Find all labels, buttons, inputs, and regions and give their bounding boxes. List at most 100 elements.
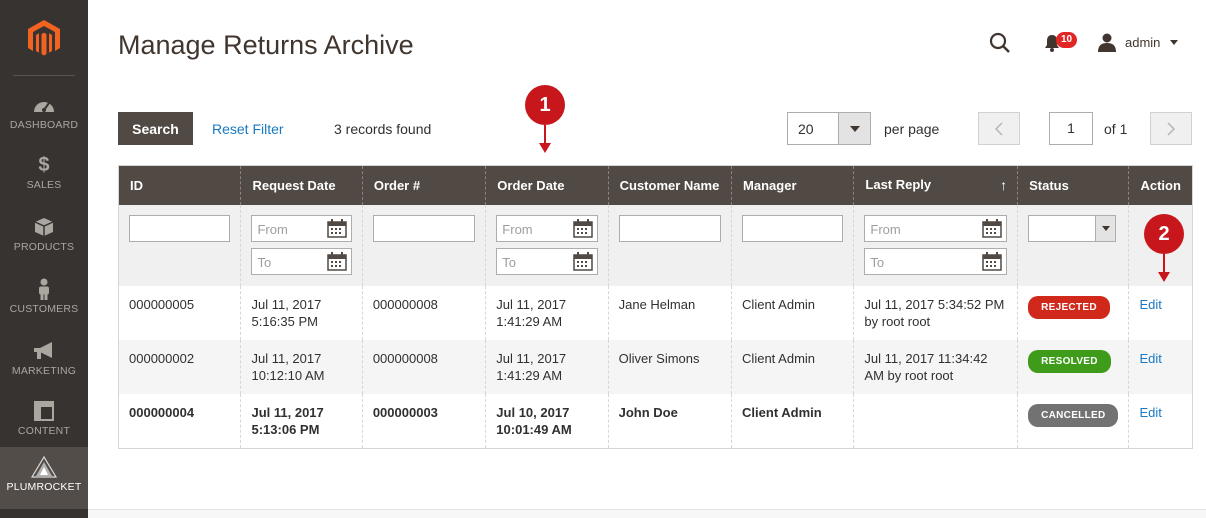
sidebar-item-marketing[interactable]: MARKETING <box>0 336 88 398</box>
column-header-last-reply[interactable]: Last Reply ↑ <box>853 165 1018 205</box>
sidebar-item-customers[interactable]: CUSTOMERS <box>0 274 88 336</box>
per-page-select[interactable]: 20 <box>787 112 871 145</box>
calendar-icon[interactable] <box>982 251 1002 271</box>
callout-arrow-2-line <box>1163 254 1165 272</box>
caret-down-icon <box>849 125 860 132</box>
column-header-order-number[interactable]: Order # <box>361 165 486 205</box>
last-reply-line2: by root root <box>864 313 931 329</box>
calendar-icon[interactable] <box>327 218 347 238</box>
layout-icon <box>0 399 88 423</box>
callout-arrow-2-head <box>1158 272 1170 282</box>
chevron-left-icon <box>995 121 1003 136</box>
edit-link[interactable]: Edit <box>1139 405 1161 420</box>
cell-last-reply: Jul 11, 2017 11:34:42 AM by root root <box>853 339 1018 394</box>
request-date-line1: Jul 11, 2017 <box>251 350 322 366</box>
search-button[interactable]: Search <box>118 112 193 145</box>
order-date-line2: 1:41:29 AM <box>496 367 563 383</box>
sidebar-item-label: PRODUCTS <box>13 241 75 253</box>
reset-filter-link[interactable]: Reset Filter <box>212 121 284 137</box>
column-header-status[interactable]: Status <box>1017 165 1129 205</box>
filter-request-date-to[interactable]: To <box>251 247 352 275</box>
current-page-input[interactable]: 1 <box>1049 112 1093 145</box>
sidebar-item-sales[interactable]: $ SALES <box>0 150 88 212</box>
admin-user-name: admin <box>1125 34 1161 50</box>
next-page-button[interactable] <box>1150 112 1192 145</box>
filter-id-input[interactable] <box>129 214 231 242</box>
column-header-customer-name[interactable]: Customer Name <box>607 165 732 205</box>
cell-order-number: 000000008 <box>361 285 486 340</box>
filter-manager-input[interactable] <box>742 214 844 242</box>
chevron-down-icon <box>1170 39 1179 45</box>
request-date-line2: 5:16:35 PM <box>251 313 318 329</box>
calendar-icon[interactable] <box>572 251 593 271</box>
cell-customer-name: John Doe <box>607 393 732 449</box>
filter-cell-order-number <box>361 204 486 286</box>
column-header-order-date[interactable]: Order Date <box>485 165 609 205</box>
cell-id: 000000005 <box>118 285 241 340</box>
date-to-placeholder: To <box>502 254 517 270</box>
order-date-line1: Jul 11, 2017 <box>496 350 567 366</box>
per-page-label: per page <box>884 121 940 137</box>
filter-last-reply-to[interactable]: To <box>864 247 1008 275</box>
callout-arrow-1-line <box>544 125 546 143</box>
cell-order-number: 000000003 <box>361 393 486 449</box>
edit-link[interactable]: Edit <box>1139 297 1161 312</box>
cell-request-date: Jul 11, 2017 5:16:35 PM <box>240 285 363 340</box>
magento-logo[interactable] <box>0 0 88 75</box>
filter-order-number-input[interactable] <box>372 214 476 242</box>
cell-request-date: Jul 11, 2017 10:12:10 AM <box>240 339 363 394</box>
filter-order-date-from[interactable]: From <box>496 214 598 242</box>
status-dropdown-button[interactable] <box>1095 215 1116 241</box>
page-footer-strip <box>88 509 1206 518</box>
filter-status-select[interactable] <box>1028 214 1117 242</box>
date-to-placeholder: To <box>870 254 885 270</box>
cell-order-date: Jul 11, 2017 1:41:29 AM <box>485 339 609 394</box>
previous-page-button[interactable] <box>978 112 1020 145</box>
filter-last-reply-from[interactable]: From <box>864 214 1008 242</box>
records-found-text: 3 records found <box>334 121 432 137</box>
cell-customer-name: Jane Helman <box>607 285 732 340</box>
user-icon <box>1098 33 1116 52</box>
cell-order-date: Jul 11, 2017 1:41:29 AM <box>485 285 609 340</box>
chevron-right-icon <box>1167 121 1175 136</box>
callout-marker-2: 2 <box>1144 214 1184 254</box>
sidebar-item-plumrocket[interactable]: PLUMROCKET <box>0 447 88 509</box>
admin-user-menu[interactable]: admin <box>1097 32 1179 52</box>
filter-customer-name-input[interactable] <box>618 214 722 242</box>
sidebar-item-label: SALES <box>26 179 62 191</box>
cell-customer-name: Oliver Simons <box>607 339 732 394</box>
cell-request-date: Jul 11, 2017 5:13:06 PM <box>240 393 363 449</box>
column-header-request-date[interactable]: Request Date <box>240 165 363 205</box>
column-header-manager[interactable]: Manager <box>731 165 854 205</box>
search-icon <box>989 32 1010 53</box>
notifications-count-badge: 10 <box>1056 32 1078 48</box>
last-reply-line1: Jul 11, 2017 11:34:42 <box>864 350 988 366</box>
filter-order-date-to[interactable]: To <box>496 247 598 275</box>
request-date-line1: Jul 11, 2017 <box>251 404 324 420</box>
date-from-placeholder: From <box>870 221 901 237</box>
order-date-line2: 1:41:29 AM <box>496 313 563 329</box>
callout-arrow-1-head <box>539 143 551 153</box>
global-search-button[interactable] <box>988 31 1012 60</box>
filter-cell-customer-name <box>607 204 732 286</box>
person-icon <box>0 277 88 301</box>
calendar-icon[interactable] <box>572 218 593 238</box>
box-icon <box>0 215 88 239</box>
cell-id: 000000002 <box>118 339 241 394</box>
filter-cell-last-reply: From To <box>853 204 1018 286</box>
edit-link[interactable]: Edit <box>1139 351 1161 366</box>
sidebar-item-dashboard[interactable]: DASHBOARD <box>0 90 88 152</box>
calendar-icon[interactable] <box>327 251 347 271</box>
column-header-id[interactable]: ID <box>118 165 241 205</box>
cell-manager: Client Admin <box>731 393 854 449</box>
cell-status: RESOLVED <box>1017 339 1129 394</box>
filter-request-date-from[interactable]: From <box>251 214 352 242</box>
page-title: Manage Returns Archive <box>118 30 414 60</box>
calendar-icon[interactable] <box>982 218 1002 238</box>
returns-archive-grid: ID Request Date Order # Order Date Custo… <box>118 165 1193 449</box>
sidebar-item-label: DASHBOARD <box>9 119 79 131</box>
cell-status: CANCELLED <box>1017 393 1129 449</box>
per-page-dropdown-button[interactable] <box>838 113 870 144</box>
sidebar-item-products[interactable]: PRODUCTS <box>0 212 88 274</box>
per-page-value: 20 <box>798 121 814 137</box>
